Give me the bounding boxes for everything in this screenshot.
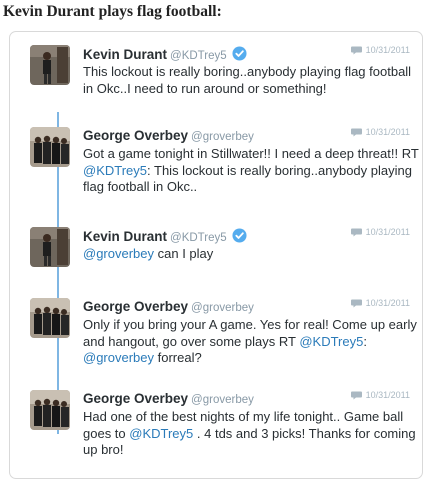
avatar-george-overbey[interactable] [30, 390, 70, 430]
tweet-date[interactable]: 10/31/2011 [350, 227, 410, 237]
tweet-date[interactable]: 10/31/2011 [350, 45, 410, 55]
mention-link[interactable]: @groverbey [83, 246, 154, 261]
reply-bubble-icon [350, 299, 362, 308]
author-name[interactable]: George Overbey [83, 391, 188, 406]
tweet-author[interactable]: George Overbey @groverbey [83, 391, 254, 406]
tweet-text: @groverbey can I play [83, 246, 214, 261]
date-text[interactable]: 10/31/2011 [366, 45, 410, 55]
author-name[interactable]: George Overbey [83, 299, 188, 314]
tweet-text: This lockout is really boring..anybody p… [83, 64, 412, 96]
date-text[interactable]: 10/31/2011 [366, 127, 410, 137]
reply-bubble-icon [350, 128, 362, 137]
avatar-george-overbey[interactable] [30, 298, 70, 338]
tweet-text: Got a game tonight in Stillwater!! I nee… [83, 146, 419, 194]
tweet-author[interactable]: Kevin Durant @KDTrey5 [83, 46, 247, 64]
tweet-date[interactable]: 10/31/2011 [350, 390, 410, 400]
author-name[interactable]: George Overbey [83, 128, 188, 143]
mention-link[interactable]: @KDTrey5 [83, 163, 147, 178]
avatar-george-overbey[interactable] [30, 127, 70, 167]
tweet-text: Had one of the best nights of my life to… [83, 409, 416, 457]
tweet-author[interactable]: George Overbey @groverbey [83, 299, 254, 314]
reply-bubble-icon [350, 391, 362, 400]
tweet-text: Only if you bring your A game. Yes for r… [83, 317, 417, 365]
avatar-kevin-durant[interactable] [30, 45, 70, 85]
tweet-date[interactable]: 10/31/2011 [350, 127, 410, 137]
author-handle[interactable]: @groverbey [191, 131, 254, 143]
mention-link[interactable]: @KDTrey5 [129, 426, 193, 441]
avatar-kevin-durant[interactable] [30, 227, 70, 267]
author-handle[interactable]: @groverbey [191, 302, 254, 314]
reply-bubble-icon [350, 46, 362, 55]
tweet-author[interactable]: Kevin Durant @KDTrey5 [83, 228, 247, 246]
tweet-thread-card: Kevin Durant @KDTrey5 10/31/2011 This loc… [9, 31, 423, 479]
date-text[interactable]: 10/31/2011 [366, 227, 410, 237]
author-handle[interactable]: @KDTrey5 [170, 50, 227, 62]
author-handle[interactable]: @KDTrey5 [170, 232, 227, 244]
tweet-author[interactable]: George Overbey @groverbey [83, 128, 254, 143]
author-name[interactable]: Kevin Durant [83, 229, 167, 244]
verified-badge-icon [232, 46, 247, 64]
mention-link[interactable]: @groverbey [83, 350, 154, 365]
author-name[interactable]: Kevin Durant [83, 47, 167, 62]
author-handle[interactable]: @groverbey [191, 394, 254, 406]
date-text[interactable]: 10/31/2011 [366, 298, 410, 308]
date-text[interactable]: 10/31/2011 [366, 390, 410, 400]
mention-link[interactable]: @KDTrey5 [299, 334, 363, 349]
verified-badge-icon [232, 228, 247, 246]
reply-bubble-icon [350, 228, 362, 237]
article-headline: Kevin Durant plays flag football: [3, 3, 222, 20]
tweet-date[interactable]: 10/31/2011 [350, 298, 410, 308]
